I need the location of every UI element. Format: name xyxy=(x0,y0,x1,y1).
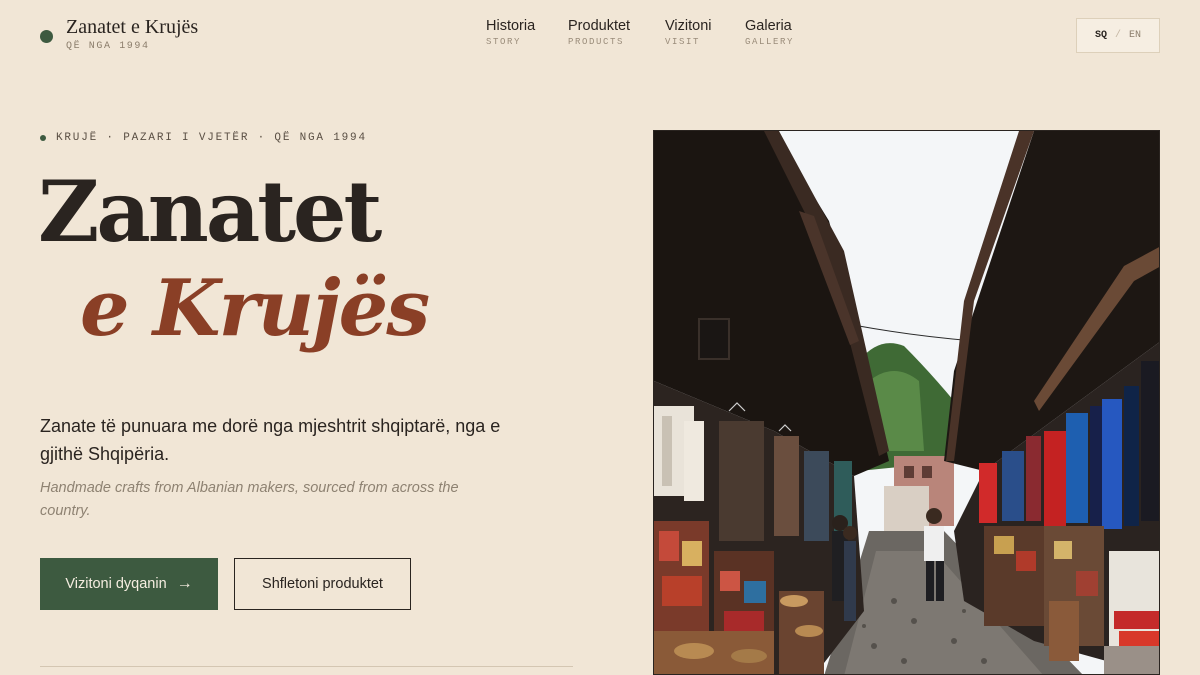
browse-products-button[interactable]: Shfletoni produktet xyxy=(234,558,411,610)
hero-eyebrow: KRUJË · PAZARI I VJETËR · QË NGA 1994 xyxy=(40,132,367,144)
visit-shop-button-label: Vizitoni dyqanin xyxy=(65,576,167,592)
visit-shop-button[interactable]: Vizitoni dyqanin → xyxy=(40,558,218,610)
nav-item-visit[interactable]: Vizitoni VISIT xyxy=(665,18,711,47)
nav-item-sublabel: VISIT xyxy=(665,37,701,47)
nav-item-sublabel: STORY xyxy=(486,37,522,47)
lang-separator: / xyxy=(1114,30,1121,41)
hero-photo-bazaar-street xyxy=(653,130,1160,675)
nav-item-sublabel: GALLERY xyxy=(745,37,795,47)
site-header: Zanatet e Krujës QË NGA 1994 Historia ST… xyxy=(0,0,1200,70)
hero-description-en: Handmade crafts from Albanian makers, so… xyxy=(40,480,459,519)
brand-dot-icon xyxy=(40,30,53,43)
nav-item-label: Galeria xyxy=(745,18,792,34)
lang-option-en[interactable]: EN xyxy=(1129,30,1141,41)
nav-item-label: Historia xyxy=(486,18,536,34)
eyebrow-dot-icon xyxy=(40,135,46,141)
eyebrow-text: KRUJË · PAZARI I VJETËR · QË NGA 1994 xyxy=(56,132,367,144)
hero-title-line1: Zanatet xyxy=(38,162,382,261)
arrow-right-icon: → xyxy=(176,575,193,592)
nav-item-story[interactable]: Historia STORY xyxy=(486,18,535,47)
language-switcher: SQ / EN xyxy=(1076,18,1160,53)
hero-description-sq: Zanate të punuara me dorë nga mjeshtrit … xyxy=(40,416,501,464)
nav-item-gallery[interactable]: Galeria GALLERY xyxy=(745,18,794,47)
brand-name[interactable]: Zanatet e Krujës xyxy=(66,16,198,39)
nav-item-label: Produktet xyxy=(568,18,631,34)
nav-item-products[interactable]: Produktet PRODUCTS xyxy=(568,18,630,47)
nav-item-sublabel: PRODUCTS xyxy=(568,37,625,47)
browse-products-button-label: Shfletoni produktet xyxy=(262,576,383,592)
brand-tagline: QË NGA 1994 xyxy=(66,41,150,52)
lang-option-sq[interactable]: SQ xyxy=(1095,30,1107,41)
hero-divider xyxy=(40,666,573,667)
nav-item-label: Vizitoni xyxy=(665,18,712,34)
hero-title-line2: e Krujës xyxy=(80,263,430,354)
